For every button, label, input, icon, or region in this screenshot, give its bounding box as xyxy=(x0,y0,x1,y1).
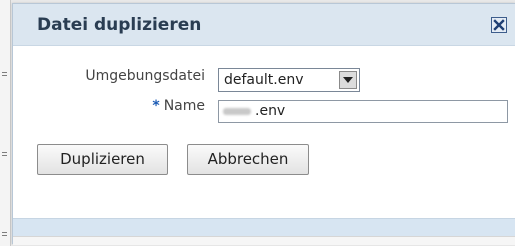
name-input[interactable]: .env xyxy=(218,100,508,123)
name-input-value: .env xyxy=(255,103,286,119)
redacted-text xyxy=(223,108,251,115)
dialog-footer-bar xyxy=(13,218,515,236)
name-label-text: Name xyxy=(163,98,205,114)
background-mark xyxy=(2,75,7,76)
dialog-titlebar: Datei duplizieren xyxy=(13,4,515,46)
close-x-icon xyxy=(493,19,505,31)
cancel-button[interactable]: Abbrechen xyxy=(187,144,309,175)
background-mark xyxy=(2,72,7,73)
background-mark xyxy=(2,235,7,236)
environment-file-selected-value: default.env xyxy=(224,72,304,88)
dialog-title: Datei duplizieren xyxy=(37,15,202,35)
background-page-edge xyxy=(0,0,11,246)
dropdown-arrow-icon[interactable] xyxy=(339,71,357,89)
duplicate-file-dialog: Datei duplizieren Umgebungsdatei default… xyxy=(12,3,515,245)
dialog-bottom-edge xyxy=(13,236,515,245)
environment-file-select[interactable]: default.env xyxy=(218,68,360,92)
required-marker: * xyxy=(152,98,160,114)
background-mark xyxy=(2,232,7,233)
duplicate-button[interactable]: Duplizieren xyxy=(37,144,168,175)
background-mark xyxy=(2,152,7,153)
close-button[interactable] xyxy=(491,17,507,33)
environment-file-label: Umgebungsdatei xyxy=(85,68,205,84)
name-label: * Name xyxy=(57,98,205,114)
background-mark xyxy=(2,155,7,156)
